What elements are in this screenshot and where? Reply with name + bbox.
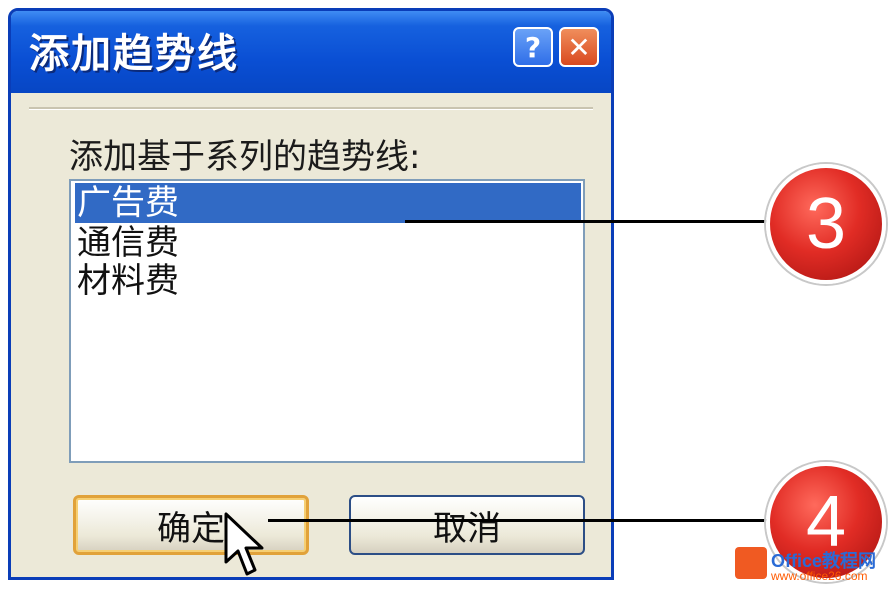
cancel-button-label: 取消 (433, 508, 501, 549)
watermark-url: www.office26.com (771, 569, 868, 583)
office-logo-icon (735, 547, 767, 579)
window-title: 添加趋势线 (29, 31, 239, 77)
list-item[interactable]: 广告费 (75, 183, 581, 223)
separator (29, 107, 593, 110)
cancel-button[interactable]: 取消 (349, 495, 585, 555)
step-3-badge: 3 (766, 164, 886, 284)
watermark: Office教程网 www.office26.com (735, 545, 895, 590)
ok-button[interactable]: 确定 (73, 495, 309, 555)
mouse-cursor-icon (224, 512, 264, 576)
help-icon: ? (524, 30, 542, 64)
series-prompt-label: 添加基于系列的趋势线: (69, 137, 421, 177)
step-3-number: 3 (805, 184, 847, 264)
callout-4-leader (268, 519, 770, 522)
callout-3-leader (405, 220, 770, 223)
add-trendline-dialog: 添加趋势线 ? ✕ 添加基于系列的趋势线: 广告费 通信费 材料费 确定 取消 (8, 8, 614, 580)
list-item[interactable]: 通信费 (75, 223, 179, 263)
list-item[interactable]: 材料费 (75, 261, 179, 301)
close-icon: ✕ (567, 30, 591, 64)
dialog-body: 添加基于系列的趋势线: 广告费 通信费 材料费 确定 取消 (11, 93, 611, 577)
ok-button-label: 确定 (157, 508, 225, 549)
close-button[interactable]: ✕ (559, 27, 599, 67)
help-button[interactable]: ? (513, 27, 553, 67)
title-bar[interactable]: 添加趋势线 ? ✕ (11, 11, 611, 93)
